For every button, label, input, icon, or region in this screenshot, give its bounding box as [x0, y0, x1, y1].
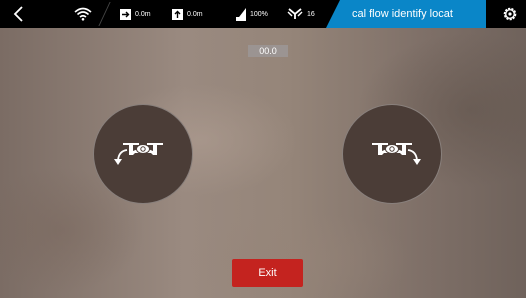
rotate-right-drone-icon [372, 143, 421, 165]
settings-gear-icon [503, 7, 517, 21]
wifi-indicator [74, 0, 96, 28]
satellite-count: 16 [307, 10, 315, 18]
flight-mode-text: cal flow identify locat [352, 8, 453, 20]
status-divider [98, 2, 111, 26]
distance-value: 0.0m [135, 10, 151, 18]
flight-mode-banner[interactable]: cal flow identify locat [326, 0, 486, 28]
distance-indicator: 0.0m [120, 0, 151, 28]
rotate-left-button[interactable] [93, 104, 193, 204]
wifi-icon [74, 7, 92, 21]
distance-arrow-icon [120, 8, 131, 20]
settings-button[interactable] [494, 0, 526, 28]
altitude-arrow-icon [172, 8, 183, 20]
back-chevron-icon [13, 6, 23, 22]
satellite-indicator: 16 [287, 0, 315, 28]
rotate-right-button[interactable] [342, 104, 442, 204]
heading-readout: 00.0 [248, 45, 288, 57]
rotate-left-drone-icon [114, 143, 163, 165]
battery-value: 100% [250, 10, 268, 18]
exit-button[interactable]: Exit [232, 259, 303, 287]
battery-icon [236, 7, 246, 21]
top-status-bar: 0.0m 0.0m 100% 16 cal flow identify loca… [0, 0, 526, 28]
altitude-value: 0.0m [187, 10, 203, 18]
altitude-indicator: 0.0m [172, 0, 203, 28]
satellite-icon [287, 8, 303, 19]
back-button[interactable] [12, 0, 40, 28]
battery-indicator: 100% [236, 0, 268, 28]
